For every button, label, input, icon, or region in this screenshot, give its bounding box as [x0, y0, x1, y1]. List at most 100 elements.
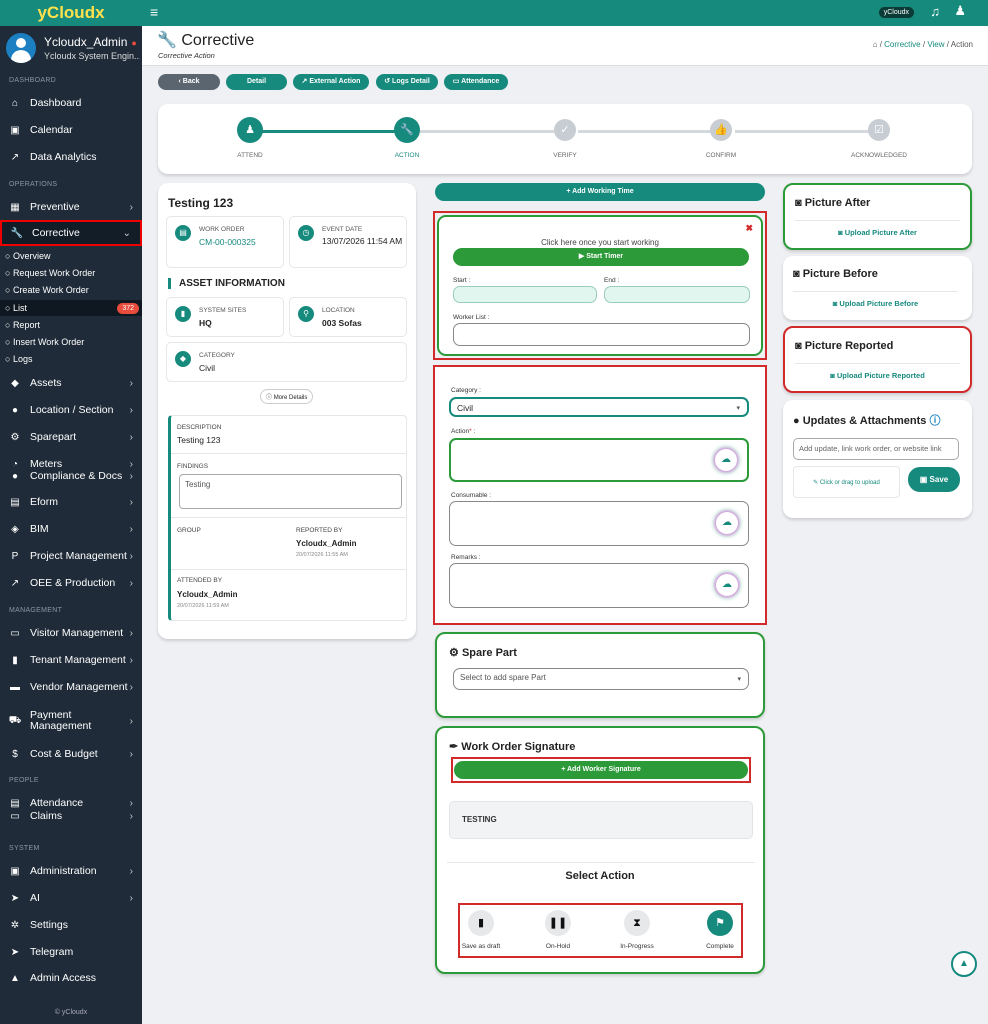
sidebar-item-claims[interactable]: ▭ Claims ›: [0, 810, 142, 822]
sub-item-overview[interactable]: ○ Overview: [5, 251, 50, 261]
sidebar-item-tenant[interactable]: ▮ Tenant Management ›: [0, 648, 142, 672]
chevron-right-icon: ›: [129, 201, 133, 213]
category-value: Civil: [199, 363, 216, 373]
sidebar-item-corrective[interactable]: 🔧 Corrective ⌄: [0, 220, 142, 246]
sidebar-item-location[interactable]: ● Location / Section ›: [0, 398, 142, 422]
sidebar-item-bim[interactable]: ◈ BIM ›: [0, 517, 142, 541]
scroll-to-top-button[interactable]: ▲: [951, 951, 977, 977]
attended-by-value: Ycloudx_Admin: [177, 590, 238, 599]
findings-textarea[interactable]: Testing: [179, 474, 402, 509]
section-dashboard: DASHBOARD: [9, 77, 57, 84]
external-action-button[interactable]: ↗ External Action: [293, 74, 369, 90]
sidebar-item-assets[interactable]: ◆ Assets ›: [0, 371, 142, 395]
info-icon[interactable]: ⓘ: [929, 415, 940, 427]
save-as-draft-button[interactable]: ▮ Save as draft: [451, 910, 511, 950]
cloud-upload-icon[interactable]: ☁: [715, 449, 737, 471]
document-icon: ▤: [175, 225, 191, 241]
breadcrumb-view[interactable]: View: [927, 40, 944, 49]
start-timer-button[interactable]: ▶ Start Timer: [453, 248, 749, 266]
upload-picture-before-link[interactable]: ◙ Upload Picture Before: [783, 299, 968, 308]
spare-part-select[interactable]: Select to add spare Part ▾: [453, 668, 749, 690]
upload-picture-reported-link[interactable]: ◙ Upload Picture Reported: [785, 371, 970, 380]
cart-icon: ⛟: [8, 714, 22, 726]
on-hold-button[interactable]: ❚❚ On-Hold: [528, 910, 588, 950]
sidebar-item-ai[interactable]: ➤ AI ›: [0, 886, 142, 910]
sub-item-logs[interactable]: ○ Logs: [5, 354, 32, 364]
step-action-icon[interactable]: 🔧: [394, 117, 420, 143]
more-details-button[interactable]: ⓘ More Details: [260, 389, 314, 404]
sidebar-item-data-analytics[interactable]: ↗ Data Analytics: [0, 145, 142, 169]
cloud-upload-icon[interactable]: ☁: [716, 512, 738, 534]
sidebar-item-eform[interactable]: ▤ Eform ›: [0, 490, 142, 514]
cloud-upload-icon[interactable]: ☁: [716, 574, 738, 596]
timer-card: ✖ Click here once you start working ▶ St…: [437, 215, 763, 356]
logs-detail-button[interactable]: ↺ Logs Detail: [376, 74, 438, 90]
consumable-textarea[interactable]: ☁: [449, 501, 749, 546]
sidebar-item-calendar[interactable]: ▣ Calendar: [0, 118, 142, 142]
sidebar-item-oee[interactable]: ↗ OEE & Production ›: [0, 571, 142, 595]
sidebar-item-sparepart[interactable]: ⚙ Sparepart ›: [0, 425, 142, 449]
sub-item-list[interactable]: ○ List 372: [0, 300, 142, 316]
action-textarea[interactable]: ☁: [449, 438, 749, 482]
tenant-chip[interactable]: yCloudx: [878, 7, 914, 18]
close-icon[interactable]: ✖: [745, 223, 753, 234]
section-operations: OPERATIONS: [9, 181, 58, 188]
sidebar-item-dashboard[interactable]: ⌂ Dashboard: [0, 91, 142, 115]
home-icon[interactable]: ⌂: [873, 40, 878, 49]
tools-icon: ⚙: [449, 647, 459, 659]
add-working-time-button[interactable]: + Add Working Time: [435, 183, 765, 201]
sidebar-item-preventive[interactable]: ▦ Preventive ›: [0, 195, 142, 219]
save-button[interactable]: ▣ Save: [908, 467, 960, 492]
step-connector: [735, 130, 880, 133]
start-working-hint: Click here once you start working: [541, 238, 659, 247]
back-button[interactable]: ‹ Back: [158, 74, 220, 90]
add-worker-signature-button[interactable]: + Add Worker Signature: [454, 761, 748, 779]
project-icon: P: [11, 550, 19, 562]
camera-icon: ◙: [838, 228, 843, 237]
upload-picture-after-link[interactable]: ◙ Upload Picture After: [785, 228, 970, 237]
sub-item-report[interactable]: ○ Report: [5, 320, 40, 330]
category-select[interactable]: Civil ▾: [449, 397, 749, 417]
step-attend-label: ATTEND: [237, 152, 263, 159]
remarks-textarea[interactable]: ☁: [449, 563, 749, 608]
in-progress-button[interactable]: ⧗ In-Progress: [607, 910, 667, 950]
sub-item-create-work-order[interactable]: ○ Create Work Order: [5, 285, 89, 295]
file-drop-zone[interactable]: ✎ Click or drag to upload: [793, 466, 900, 498]
brand-logo[interactable]: yCloudx: [0, 0, 142, 26]
attendance-button[interactable]: ▭ Attendance: [444, 74, 508, 90]
user-role: Ycloudx System Engin...: [44, 51, 140, 61]
end-time-input[interactable]: [604, 286, 750, 303]
start-time-input[interactable]: [453, 286, 597, 303]
breadcrumb-corrective[interactable]: Corrective: [884, 40, 920, 49]
work-order-number[interactable]: CM-00-000325: [199, 237, 256, 247]
sidebar-item-cost[interactable]: $ Cost & Budget ›: [0, 742, 142, 766]
update-input[interactable]: Add update, link work order, or website …: [793, 438, 959, 460]
sidebar-item-compliance[interactable]: ● Compliance & Docs ›: [0, 469, 142, 483]
receipt-icon: ▭: [10, 810, 20, 822]
worker-list-input[interactable]: [453, 323, 750, 346]
step-confirm-label: CONFIRM: [705, 152, 737, 159]
sidebar-item-vendor[interactable]: ▬ Vendor Management ›: [0, 675, 142, 699]
sidebar-item-administration[interactable]: ▣ Administration ›: [0, 859, 142, 883]
signature-button-highlight: + Add Worker Signature: [451, 757, 751, 783]
work-order-box: ▤ WORK ORDER CM-00-000325: [166, 216, 284, 268]
sidebar-item-telegram[interactable]: ➤ Telegram: [0, 940, 142, 964]
sidebar-item-settings[interactable]: ✲ Settings: [0, 913, 142, 937]
sub-item-insert-work-order[interactable]: ○ Insert Work Order: [5, 337, 84, 347]
meter-icon: ◔: [11, 458, 19, 470]
sidebar-item-admin-access[interactable]: ▲ Admin Access: [0, 966, 142, 990]
sub-item-request-work-order[interactable]: ○ Request Work Order: [5, 268, 95, 278]
external-link-icon: ↗: [301, 78, 308, 85]
user-menu-icon[interactable]: ♟: [954, 3, 966, 19]
sidebar-item-project[interactable]: P Project Management ›: [0, 544, 142, 568]
complete-button[interactable]: ⚑ Complete: [690, 910, 750, 950]
tools-icon: ⚙: [10, 431, 20, 443]
menu-toggle-icon[interactable]: ≡: [150, 4, 158, 20]
sidebar-item-payment[interactable]: ⛟ Payment Management ›: [0, 708, 142, 734]
sidebar-item-visitor[interactable]: ▭ Visitor Management ›: [0, 621, 142, 645]
tag-icon: ◆: [11, 377, 19, 389]
bell-icon[interactable]: ♫: [930, 4, 940, 19]
step-attend-icon[interactable]: ♟: [237, 117, 263, 143]
detail-button[interactable]: Detail: [226, 74, 287, 90]
user-panel[interactable]: Ycloudx_Admin ● Ycloudx System Engin...: [0, 28, 142, 68]
